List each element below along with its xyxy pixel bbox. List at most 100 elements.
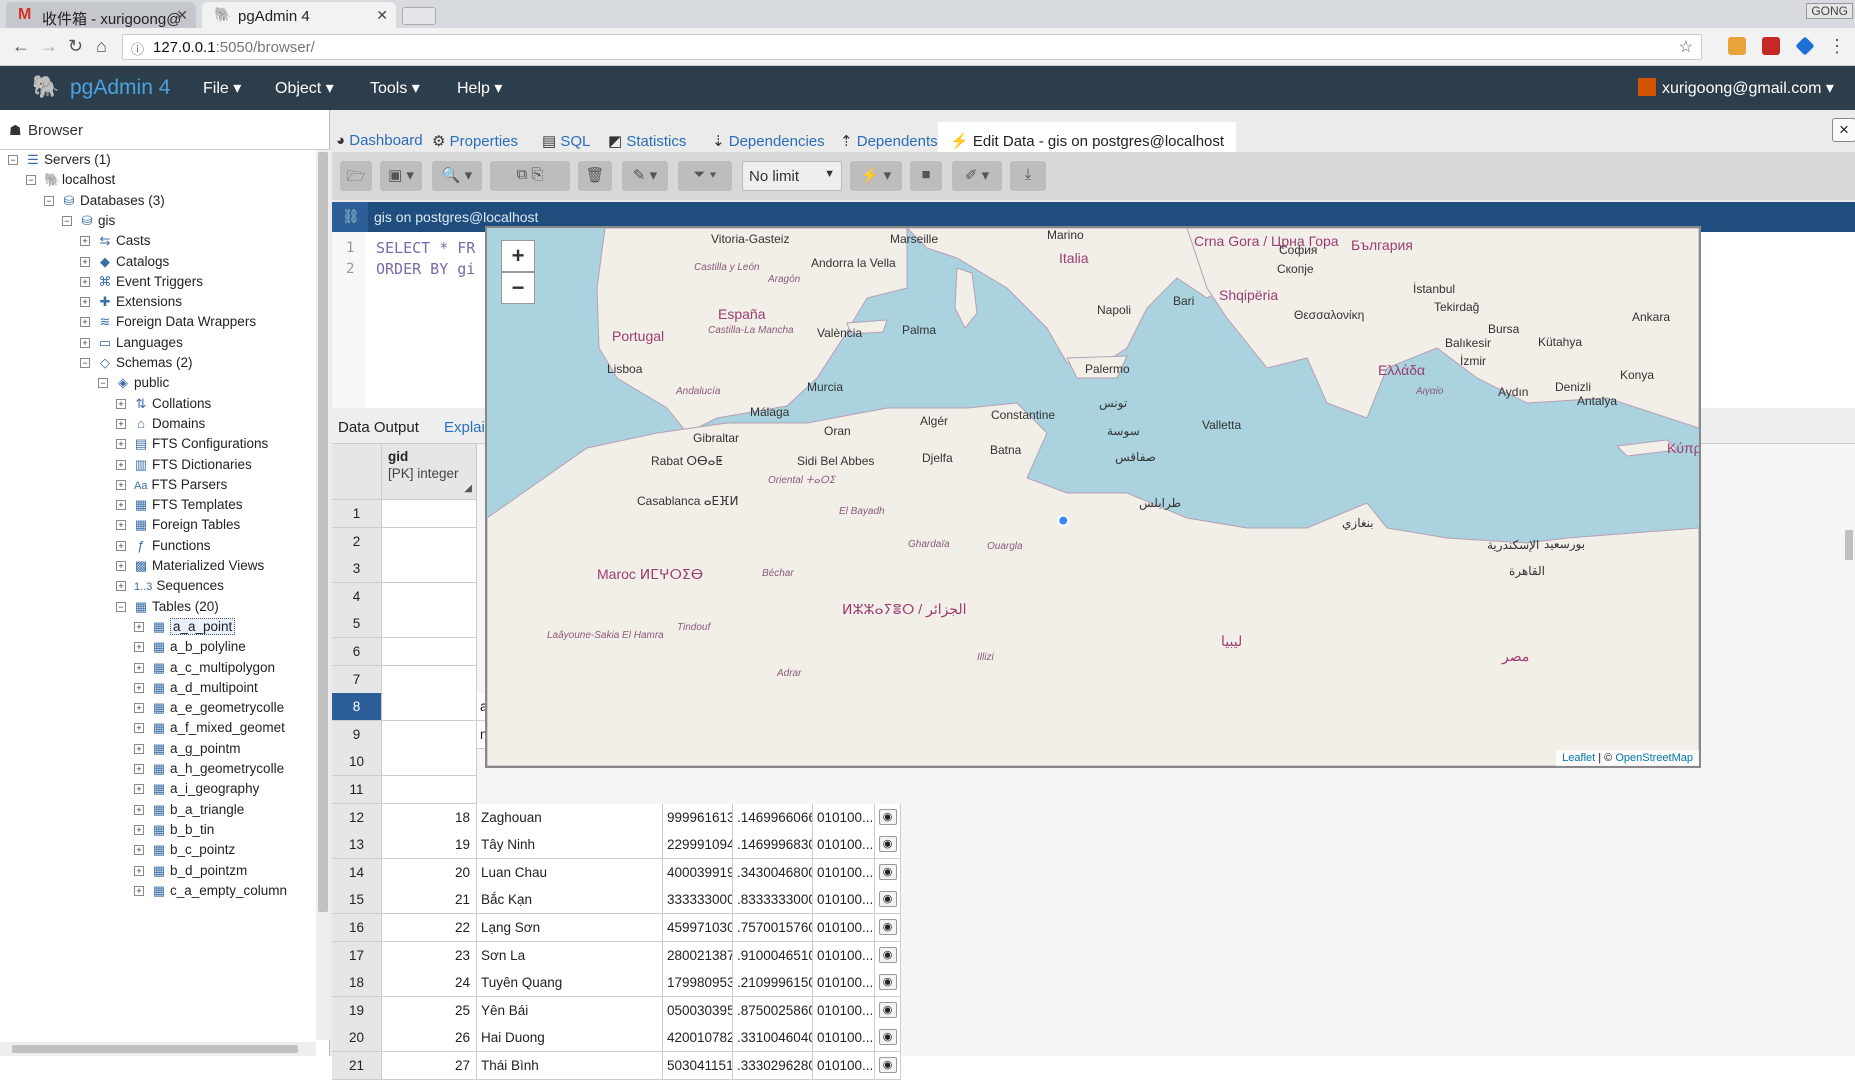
cell-c[interactable]: 010100... xyxy=(813,941,875,970)
cell-name[interactable]: Thái Bình xyxy=(477,1052,663,1080)
row-number[interactable]: 8 xyxy=(332,693,382,722)
tree-item[interactable]: +1..3 Sequences xyxy=(116,578,224,600)
open-file-icon[interactable]: 🗁 xyxy=(340,161,372,191)
tree-item[interactable]: − ◇ Schemas (2) xyxy=(80,355,193,377)
copy-paste-icons[interactable]: ⧉ ⎘ xyxy=(490,161,570,191)
row-number[interactable]: 3 xyxy=(332,555,382,584)
execute-bolt-icon[interactable]: ⚡ ▾ xyxy=(850,161,902,191)
view-geometry-eye-icon[interactable]: ◉ xyxy=(875,1024,901,1053)
extension-icon-2[interactable] xyxy=(1762,37,1780,55)
stop-icon[interactable]: ■ xyxy=(910,161,942,191)
tree-item[interactable]: + ƒ Functions xyxy=(116,538,211,560)
cell-gid[interactable] xyxy=(382,638,477,666)
zoom-in-button[interactable]: + xyxy=(501,240,535,272)
collapse-icon[interactable]: − xyxy=(116,601,126,612)
row-number[interactable]: 7 xyxy=(332,665,382,694)
expand-icon[interactable]: + xyxy=(116,459,126,470)
cell-gid[interactable]: 19 xyxy=(382,831,477,860)
cell-a[interactable]: 4200107820 xyxy=(663,1024,733,1053)
home-icon[interactable]: ⌂ xyxy=(96,36,107,57)
tree-item[interactable]: − ⛁ Databases (3) xyxy=(44,193,165,215)
cell-name[interactable]: Sơn La xyxy=(477,941,663,970)
expand-icon[interactable]: + xyxy=(134,743,144,754)
cell-name[interactable]: Bắc Kạn xyxy=(477,886,663,915)
tree-item[interactable]: + ▦ b_d_pointzm xyxy=(134,863,247,885)
tree-horizontal-scrollbar[interactable] xyxy=(0,1042,316,1056)
back-arrow-icon[interactable]: ← xyxy=(12,36,30,57)
tree-item[interactable]: + ▩ Materialized Views xyxy=(116,558,264,580)
cell-name[interactable]: Zaghouan xyxy=(477,803,663,832)
extension-icon-1[interactable] xyxy=(1728,37,1746,55)
expand-icon[interactable]: + xyxy=(134,804,144,815)
tree-item[interactable]: + ⇅ Collations xyxy=(116,396,211,418)
cell-c[interactable]: 010100... xyxy=(813,996,875,1025)
tree-item[interactable]: + ▤ FTS Configurations xyxy=(116,436,268,458)
panel-tab[interactable]: ⚙ Properties xyxy=(420,122,530,156)
cell-a[interactable]: 2299910940 xyxy=(663,831,733,860)
extension-icon-3[interactable] xyxy=(1795,36,1815,56)
edit-icon[interactable]: ✎ ▾ xyxy=(622,161,668,191)
row-number[interactable]: 21 xyxy=(332,1052,382,1080)
tree-item[interactable]: − ☰ Servers (1) xyxy=(8,152,111,174)
cell-a[interactable]: 1799809530 xyxy=(663,969,733,998)
expand-icon[interactable]: + xyxy=(116,500,126,511)
row-number[interactable]: 18 xyxy=(332,969,382,998)
expand-icon[interactable]: + xyxy=(116,398,126,409)
cell-b[interactable]: .87500258600 xyxy=(733,996,813,1025)
cell-b[interactable]: .21099961500 xyxy=(733,969,813,998)
view-geometry-eye-icon[interactable]: ◉ xyxy=(875,803,901,832)
tree-item[interactable]: + ▦ FTS Templates xyxy=(116,497,243,519)
browser-tab-pgadmin[interactable]: 🐘 pgAdmin 4 ✕ xyxy=(202,2,396,28)
menu-object[interactable]: Object ▾ xyxy=(275,78,334,98)
tree-item[interactable]: + ◆ Catalogs xyxy=(80,254,169,276)
tree-item[interactable]: + ▦ a_g_pointm xyxy=(134,741,241,763)
tree-item[interactable]: + ▦ a_h_geometrycolle xyxy=(134,761,284,783)
panel-tab[interactable]: ⇡ Dependents xyxy=(828,122,950,156)
row-number[interactable]: 11 xyxy=(332,776,382,804)
new-tab-button[interactable] xyxy=(402,7,436,25)
tree-item[interactable]: + ✚ Extensions xyxy=(80,294,182,316)
forward-arrow-icon[interactable]: → xyxy=(40,36,58,57)
cell-gid[interactable]: 27 xyxy=(382,1052,477,1080)
row-number[interactable]: 1 xyxy=(332,500,382,528)
cell-name[interactable]: Hai Duong xyxy=(477,1024,663,1053)
expand-icon[interactable]: + xyxy=(116,479,126,490)
point-marker[interactable] xyxy=(1057,514,1070,527)
tree-item[interactable]: + ▦ a_f_mixed_geomet xyxy=(134,720,285,742)
tree-item[interactable]: + ▦ a_b_polyline xyxy=(134,639,246,661)
address-bar[interactable]: ⓘ 127.0.0.1:5050/browser/ ☆ xyxy=(122,34,1702,60)
expand-icon[interactable]: + xyxy=(134,642,144,653)
tree-item[interactable]: + ▦ a_d_multipoint xyxy=(134,680,258,702)
delete-trash-icon[interactable]: 🗑 xyxy=(578,161,612,191)
collapse-icon[interactable]: − xyxy=(62,215,72,226)
panel-tab[interactable]: ⇣ Dependencies xyxy=(700,122,837,156)
expand-icon[interactable]: + xyxy=(134,662,144,673)
row-number[interactable]: 9 xyxy=(332,720,382,749)
leaflet-link[interactable]: Leaflet xyxy=(1562,752,1595,764)
cell-gid[interactable]: 22 xyxy=(382,914,477,942)
column-header-gid[interactable]: gid [PK] integer ◢ xyxy=(382,444,477,500)
menu-tools[interactable]: Tools ▾ xyxy=(370,78,420,98)
grid-vertical-scrollbar[interactable] xyxy=(1843,510,1855,630)
cell-name[interactable]: Tây Ninh xyxy=(477,831,663,860)
expand-icon[interactable]: + xyxy=(116,520,126,531)
cell-gid[interactable]: 25 xyxy=(382,996,477,1025)
expand-icon[interactable]: + xyxy=(116,439,126,450)
cell-a[interactable]: 4599710300 xyxy=(663,914,733,942)
cell-gid[interactable] xyxy=(382,527,477,556)
tree-item[interactable]: + ▦ c_a_empty_column xyxy=(134,883,287,905)
expand-icon[interactable]: + xyxy=(80,297,90,308)
cell-a[interactable]: 2800213870 xyxy=(663,941,733,970)
clear-eraser-icon[interactable]: ✐ ▾ xyxy=(952,161,1002,191)
collapse-icon[interactable]: − xyxy=(44,195,54,206)
tree-item[interactable]: − ◈ public xyxy=(98,375,169,397)
expand-icon[interactable]: + xyxy=(134,764,144,774)
row-number[interactable]: 13 xyxy=(332,831,382,860)
cell-gid[interactable] xyxy=(382,776,477,804)
expand-icon[interactable]: + xyxy=(134,621,144,632)
geometry-map-viewer[interactable]: Vitoria-Gasteiz Marseille Marino Crna Gora … xyxy=(485,226,1701,768)
cell-gid[interactable]: 23 xyxy=(382,941,477,970)
cell-c[interactable]: 010100... xyxy=(813,831,875,860)
cell-b[interactable]: .14699660660 xyxy=(733,803,813,832)
cell-name[interactable]: Luan Chau xyxy=(477,858,663,887)
